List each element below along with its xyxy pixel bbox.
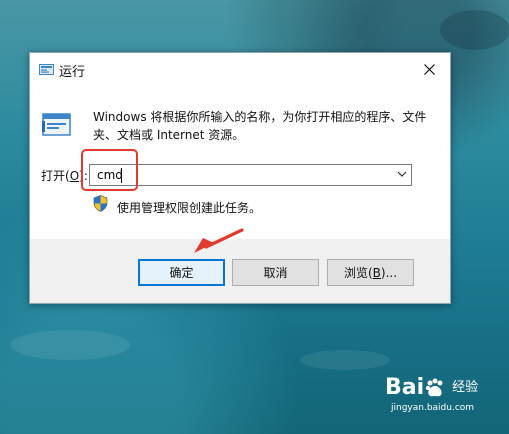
close-button[interactable] [408, 53, 450, 85]
admin-note: 使用管理权限创建此任务。 [117, 201, 262, 215]
dialog-description: Windows 将根据你所输入的名称，为你打开相应的程序、文件夹、文档或 Int… [93, 110, 427, 142]
run-app-icon [39, 64, 54, 75]
annotation-arrow [194, 228, 244, 253]
background-ripple [440, 10, 509, 50]
text-caret [121, 168, 122, 183]
uac-shield-icon [93, 195, 108, 212]
title-bar[interactable]: 运行 [30, 53, 450, 87]
dropdown-chevron-icon[interactable] [397, 170, 407, 178]
watermark-brand-prefix: Bai [385, 375, 425, 400]
run-dialog: 运行 Windows 将根据你所输入的名称，为你打开相应的程序、文件夹、文档或 … [29, 52, 451, 304]
watermark-url: jingyan.baidu.com [391, 403, 475, 413]
ok-button[interactable]: 确定 [138, 259, 225, 286]
background-ripple [10, 330, 130, 360]
dialog-title: 运行 [59, 65, 86, 80]
baidu-paw-icon [425, 378, 443, 397]
open-combobox[interactable]: cmd [89, 164, 412, 186]
baidu-jingyan-watermark: Bai 经验 jingyan.baidu.com [385, 375, 479, 414]
open-label: 打开(O): [41, 169, 88, 183]
watermark-brand-suffix: 经验 [452, 380, 479, 395]
cancel-button[interactable]: 取消 [232, 259, 319, 286]
browse-button[interactable]: 浏览(B)... [327, 259, 414, 286]
open-input[interactable]: cmd [97, 168, 123, 182]
background-ripple [300, 350, 390, 370]
run-program-icon [42, 113, 71, 136]
close-icon [423, 63, 435, 75]
